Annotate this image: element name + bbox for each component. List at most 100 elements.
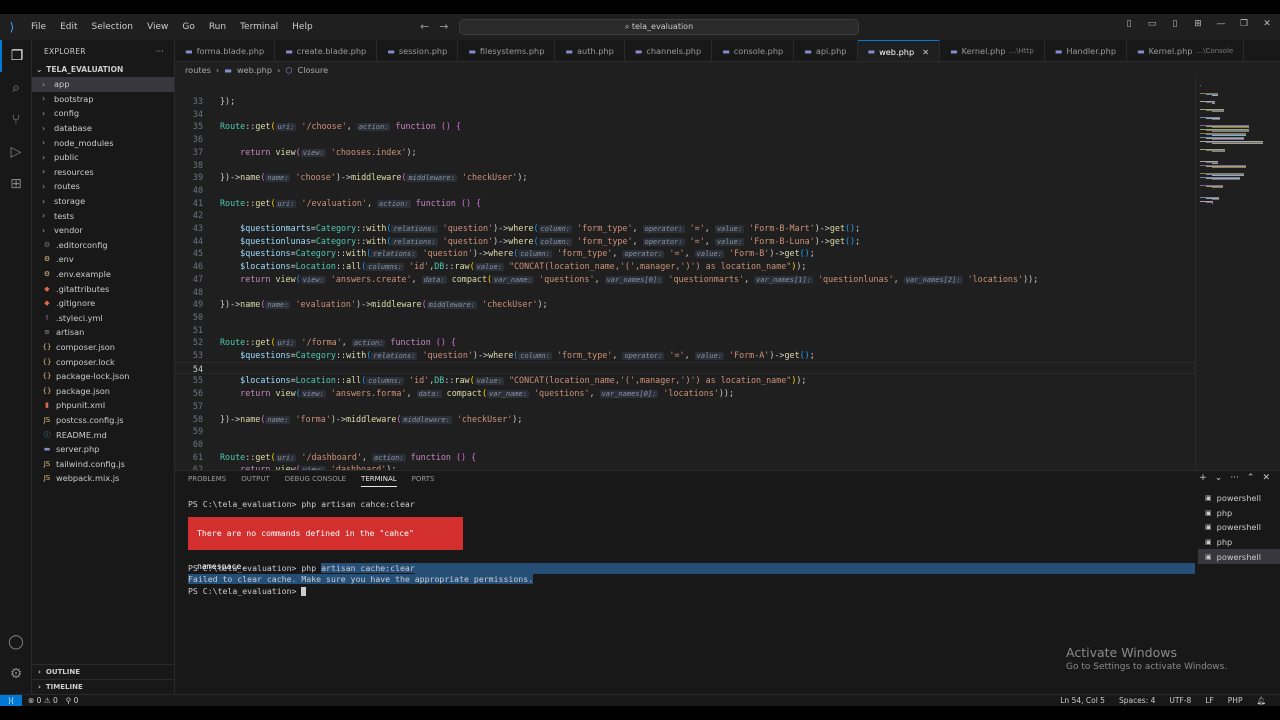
explorer-icon[interactable]: ❐ bbox=[0, 40, 32, 72]
menu-item-file[interactable]: File bbox=[24, 22, 53, 32]
file-item[interactable]: {} package.json bbox=[32, 383, 174, 398]
menu-item-terminal[interactable]: Terminal bbox=[233, 22, 285, 32]
folder-item[interactable]: › node_modules bbox=[32, 135, 174, 150]
breadcrumb-file[interactable]: web.php bbox=[237, 65, 272, 75]
editor-tab[interactable]: ▬ console.php bbox=[712, 40, 795, 61]
source-control-icon[interactable]: ⑂ bbox=[0, 104, 32, 136]
panel-tab-debug-console[interactable]: DEBUG CONSOLE bbox=[285, 475, 346, 487]
language-mode[interactable]: PHP bbox=[1228, 696, 1243, 705]
toggle-panel-icon[interactable]: ▭ bbox=[1145, 19, 1159, 29]
timeline-section[interactable]: › TIMELINE bbox=[32, 679, 175, 694]
forward-arrow-icon[interactable]: → bbox=[439, 20, 458, 33]
menu-item-run[interactable]: Run bbox=[202, 22, 233, 32]
workspace-root[interactable]: ⌄ TELA_EVALUATION bbox=[32, 62, 174, 77]
menu-item-edit[interactable]: Edit bbox=[53, 22, 84, 32]
restore-icon[interactable]: ❐ bbox=[1237, 19, 1251, 29]
command-center-search[interactable]: ⌕ tela_evaluation bbox=[459, 19, 859, 35]
toggle-secondary-sidebar-icon[interactable]: ▯ bbox=[1168, 19, 1182, 29]
breadcrumb-symbol[interactable]: Closure bbox=[298, 65, 329, 75]
end-of-line[interactable]: LF bbox=[1205, 696, 1214, 705]
file-item[interactable]: ◆ .gitignore bbox=[32, 296, 174, 311]
editor-tab[interactable]: ▬ session.php bbox=[377, 40, 459, 61]
file-item[interactable]: ≡ artisan bbox=[32, 325, 174, 340]
manage-gear-icon[interactable]: ⚙ bbox=[0, 658, 32, 690]
minimap[interactable] bbox=[1195, 77, 1280, 470]
folder-item[interactable]: › routes bbox=[32, 179, 174, 194]
close-panel-icon[interactable]: ✕ bbox=[1262, 473, 1270, 483]
editor-tab[interactable]: ▬ api.php bbox=[794, 40, 858, 61]
folder-item[interactable]: › database bbox=[32, 121, 174, 136]
toggle-sidebar-icon[interactable]: ▯ bbox=[1122, 19, 1136, 29]
folder-item[interactable]: › vendor bbox=[32, 223, 174, 238]
file-item[interactable]: ▮ phpunit.xml bbox=[32, 398, 174, 413]
maximize-panel-icon[interactable]: ⌃ bbox=[1247, 473, 1255, 483]
extensions-icon[interactable]: ⊞ bbox=[0, 168, 32, 200]
terminal-session[interactable]: ▣ powershell bbox=[1198, 549, 1280, 564]
file-item[interactable]: ⚙ .env bbox=[32, 252, 174, 267]
menu-item-go[interactable]: Go bbox=[175, 22, 201, 32]
file-item[interactable]: JS tailwind.config.js bbox=[32, 456, 174, 471]
folder-item[interactable]: › bootstrap bbox=[32, 92, 174, 107]
editor-tab[interactable]: ▬ web.php ✕ bbox=[857, 40, 941, 61]
editor-tab[interactable]: ▬ forma.blade.php bbox=[175, 40, 276, 61]
file-item[interactable]: ◆ .gitattributes bbox=[32, 281, 174, 296]
terminal-session[interactable]: ▣ php bbox=[1198, 535, 1280, 550]
folder-item[interactable]: › public bbox=[32, 150, 174, 165]
editor-tab[interactable]: ▬ create.blade.php bbox=[275, 40, 378, 61]
folder-item[interactable]: › tests bbox=[32, 208, 174, 223]
file-item[interactable]: ▬ server.php bbox=[32, 442, 174, 457]
remote-icon[interactable]: ⟩⟨ bbox=[0, 694, 22, 707]
folder-item[interactable]: › config bbox=[32, 106, 174, 121]
file-item[interactable]: JS postcss.config.js bbox=[32, 413, 174, 428]
terminal-session[interactable]: ▣ powershell bbox=[1198, 520, 1280, 535]
file-item[interactable]: ⚙ .editorconfig bbox=[32, 238, 174, 253]
editor-tab[interactable]: ▬ Kernel.php ...\Http bbox=[940, 40, 1045, 61]
panel-tab-problems[interactable]: PROBLEMS bbox=[188, 475, 226, 487]
more-actions-icon[interactable]: ··· bbox=[156, 47, 164, 56]
minimize-icon[interactable]: — bbox=[1214, 19, 1228, 29]
panel-tab-output[interactable]: OUTPUT bbox=[241, 475, 270, 487]
folder-item[interactable]: › storage bbox=[32, 194, 174, 209]
editor-tab[interactable]: ▬ Handler.php bbox=[1045, 40, 1128, 61]
file-item[interactable]: {} composer.json bbox=[32, 340, 174, 355]
back-arrow-icon[interactable]: ← bbox=[420, 20, 439, 33]
menu-item-help[interactable]: Help bbox=[285, 22, 320, 32]
code-editor[interactable]: 33}); 34 35 Route::get(uri: '/choose', acti… bbox=[175, 77, 1195, 470]
file-item[interactable]: ⓘ README.md bbox=[32, 427, 174, 442]
problems-status[interactable]: ⊗ 0 ⚠ 0 bbox=[28, 696, 58, 705]
notifications-bell-icon[interactable]: 🔔︎ bbox=[1256, 696, 1266, 705]
search-view-icon[interactable]: ⌕ bbox=[0, 72, 32, 104]
encoding[interactable]: UTF-8 bbox=[1169, 696, 1191, 705]
indentation[interactable]: Spaces: 4 bbox=[1119, 696, 1155, 705]
more-actions-icon[interactable]: ··· bbox=[1230, 473, 1239, 483]
terminal-session[interactable]: ▣ php bbox=[1198, 506, 1280, 521]
new-terminal-icon[interactable]: + bbox=[1199, 473, 1207, 483]
folder-item[interactable]: › app bbox=[32, 77, 174, 92]
layout-icon[interactable]: ⊞ bbox=[1191, 19, 1205, 29]
menu-item-selection[interactable]: Selection bbox=[85, 22, 140, 32]
outline-section[interactable]: › OUTLINE bbox=[32, 664, 175, 679]
panel-tab-terminal[interactable]: TERMINAL bbox=[361, 475, 397, 487]
file-item[interactable]: ! .styleci.yml bbox=[32, 311, 174, 326]
editor-tab[interactable]: ▬ Kernel.php ...\Console bbox=[1127, 40, 1245, 61]
ports-status[interactable]: ⚲ 0 bbox=[66, 696, 79, 705]
file-item[interactable]: JS webpack.mix.js bbox=[32, 471, 174, 486]
editor-tab[interactable]: ▬ filesystems.php bbox=[458, 40, 556, 61]
terminal-output[interactable]: PS C:\tela_evaluation> php artisan cahce… bbox=[188, 499, 1195, 597]
run-debug-icon[interactable]: ▷ bbox=[0, 136, 32, 168]
folder-item[interactable]: › resources bbox=[32, 165, 174, 180]
file-item[interactable]: ⚙ .env.example bbox=[32, 267, 174, 282]
terminal-session[interactable]: ▣ powershell bbox=[1198, 491, 1280, 506]
menu-item-view[interactable]: View bbox=[140, 22, 175, 32]
cursor-position[interactable]: Ln 54, Col 5 bbox=[1060, 696, 1105, 705]
editor-tab[interactable]: ▬ channels.php bbox=[625, 40, 713, 61]
chevron-down-icon[interactable]: ⌄ bbox=[1215, 473, 1223, 483]
account-icon[interactable]: ◯ bbox=[0, 626, 32, 658]
file-item[interactable]: {} package-lock.json bbox=[32, 369, 174, 384]
editor-tab[interactable]: ▬ auth.php bbox=[555, 40, 625, 61]
close-tab-icon[interactable]: ✕ bbox=[922, 47, 929, 57]
file-item[interactable]: {} composer.lock bbox=[32, 354, 174, 369]
panel-tab-ports[interactable]: PORTS bbox=[412, 475, 435, 487]
breadcrumb-folder[interactable]: routes bbox=[185, 65, 211, 75]
close-icon[interactable]: ✕ bbox=[1260, 19, 1274, 29]
